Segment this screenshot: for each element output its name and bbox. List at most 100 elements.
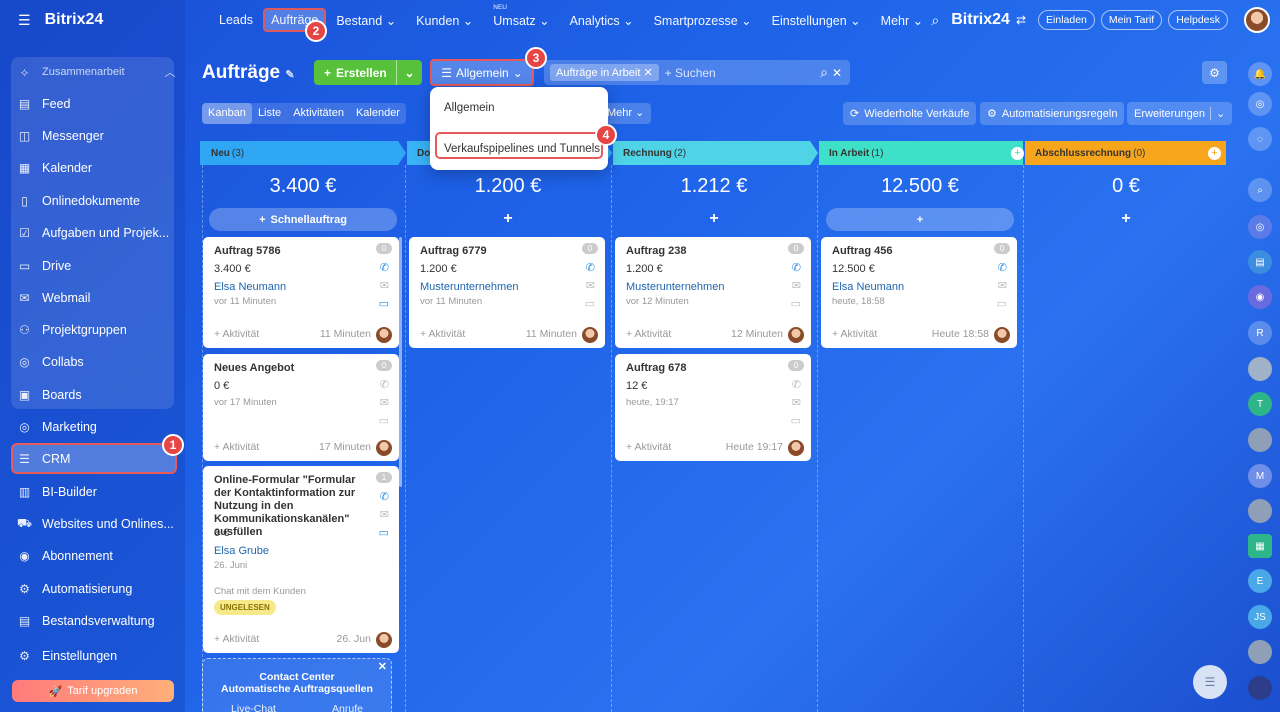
sidebar-item-documents[interactable]: ▯ Onlinedokumente [17,189,140,213]
card-client-link[interactable]: Elsa Grube [214,545,269,557]
sidebar-item-tasks[interactable]: ☑ Aufgaben und Projek... [17,221,169,245]
chat-icon[interactable]: ▭ [791,414,801,427]
deal-card[interactable]: Online-Formular "Formular der Kontaktinf… [203,466,399,653]
mail-icon[interactable]: ✉ [792,396,801,409]
deal-card[interactable]: Auftrag 6779 0 1.200 € Musterunternehmen… [409,237,605,348]
search-input[interactable] [664,65,805,80]
sidebar-item-subscription[interactable]: ◉ Abonnement [17,544,113,568]
view-kanban[interactable]: Kanban [202,103,252,124]
sidebar-group-header[interactable]: ⟡ Zusammenarbeit ︿ [17,60,176,84]
deal-card[interactable]: Auftrag 456 0 12.500 € Elsa Neumann heut… [821,237,1017,348]
card-client-link[interactable]: Musterunternehmen [626,281,724,293]
add-card-button[interactable]: + [826,208,1014,231]
chat-icon[interactable]: ▭ [379,526,389,539]
card-client-link[interactable]: Musterunternehmen [420,281,518,293]
pin-icon[interactable]: ✎ [285,69,294,81]
sidebar-item-websites[interactable]: ⛟ Websites und Onlines... [17,512,174,536]
mail-icon[interactable]: ✉ [586,279,595,292]
responsible-avatar[interactable] [376,440,392,456]
quick-order-button[interactable]: + Schnellauftrag [209,208,397,231]
sidebar-item-messenger[interactable]: ◫ Messenger [17,124,104,148]
phone-icon[interactable]: ✆ [998,261,1007,274]
create-button[interactable]: + Erstellen ⌄ [314,60,422,85]
phone-icon[interactable]: ✆ [586,261,595,274]
card-title[interactable]: Online-Formular "Formular der Kontaktinf… [214,474,364,539]
chat-icon[interactable]: ▭ [379,414,389,427]
sidebar-item-collabs[interactable]: ◎ Collabs [17,350,83,374]
dropdown-item-pipelines[interactable]: Verkaufspipelines und Tunnels [444,143,600,155]
card-title[interactable]: Auftrag 238 [626,245,776,258]
responsible-avatar[interactable] [582,327,598,343]
copilot-icon[interactable]: ◎ [1248,92,1272,116]
nav-smartprozesse[interactable]: Smartprozesse ⌄ [644,13,762,28]
search-icon[interactable]: ⌕ [931,12,939,29]
user-avatar-rail[interactable] [1248,357,1272,381]
automation-rules-button[interactable]: ⚙ Automatisierungsregeln [980,102,1125,125]
phone-icon[interactable]: ✆ [380,378,389,391]
nav-mehr[interactable]: Mehr ⌄ [871,13,933,28]
app-tile-icon[interactable]: ▦ [1248,534,1272,558]
sidebar-item-feed[interactable]: ▤ Feed [17,92,71,116]
sidebar-item-webmail[interactable]: ✉ Webmail [17,286,90,310]
card-title[interactable]: Neues Angebot [214,362,364,375]
sidebar-item-automation[interactable]: ⚙ Automatisierung [17,577,132,601]
chat-icon[interactable]: ▭ [791,297,801,310]
user-e[interactable]: E [1248,569,1272,593]
upgrade-button[interactable]: 🚀 Tarif upgraden [12,680,174,702]
card-title[interactable]: Auftrag 5786 [214,245,364,258]
chat-icon[interactable]: ▭ [379,297,389,310]
add-activity-link[interactable]: + Aktivität [214,441,259,453]
mail-icon[interactable]: ✉ [380,396,389,409]
user-avatar-rail[interactable] [1248,499,1272,523]
card-client-link[interactable]: Elsa Neumann [832,281,904,293]
stage-inarbeit[interactable]: In Arbeit (1) [820,142,883,165]
user-m[interactable]: M [1248,464,1272,488]
messages-icon[interactable]: ▤ [1248,250,1272,274]
chat-widget-button[interactable]: ☰ [1193,665,1227,699]
card-title[interactable]: Auftrag 6779 [420,245,570,258]
contact-center-promo[interactable]: ✕ Contact Center Automatische Auftragsqu… [202,658,392,712]
stage-abschluss[interactable]: Abschlussrechnung (0) [1026,142,1145,165]
view-activities[interactable]: Aktivitäten [287,103,350,124]
add-activity-link[interactable]: + Aktivität [214,633,259,645]
mail-icon[interactable]: ✉ [998,279,1007,292]
chat-icon[interactable]: ▭ [997,297,1007,310]
phone-icon[interactable]: ✆ [380,261,389,274]
circle-app-icon[interactable]: ◉ [1248,285,1272,309]
switch-icon[interactable]: ⇄ [1016,13,1026,27]
chevron-up-icon[interactable]: ︿ [165,64,176,80]
close-icon[interactable]: ✕ [643,67,652,79]
user-avatar[interactable] [1244,7,1270,33]
nav-bestand[interactable]: Bestand ⌄ [326,13,406,28]
cc-livechat[interactable]: Live-Chat [231,703,276,712]
card-title[interactable]: Auftrag 456 [832,245,982,258]
user-r[interactable]: R [1248,321,1272,345]
add-card-button[interactable]: + [410,210,606,228]
chat-icon[interactable]: ▭ [585,297,595,310]
view-calendar[interactable]: Kalender [350,103,406,124]
create-dropdown-button[interactable]: ⌄ [396,60,422,85]
sidebar-item-marketing[interactable]: ◎ Marketing [17,415,97,439]
nav-umsatz[interactable]: NEU Umsatz ⌄ [483,4,559,28]
add-activity-link[interactable]: + Aktivität [832,328,877,340]
search-bar[interactable]: Aufträge in Arbeit ✕ ⌕ ✕ [544,60,850,85]
responsible-avatar[interactable] [788,440,804,456]
search-icon[interactable]: ⌕ [820,64,828,81]
chat-bubble-icon[interactable]: ◌ [1248,127,1272,151]
sidebar-item-boards[interactable]: ▣ Boards [17,383,82,407]
pipeline-selector[interactable]: ☰ Allgemein ⌄ [430,59,534,86]
menu-icon[interactable]: ☰ [18,12,31,29]
user-avatar-rail[interactable] [1248,640,1272,664]
card-client-link[interactable]: Elsa Neumann [214,281,286,293]
mail-icon[interactable]: ✉ [380,279,389,292]
close-icon[interactable]: ✕ [378,661,387,673]
add-card-button[interactable]: + [1028,210,1224,228]
user-avatar-rail[interactable] [1248,428,1272,452]
deal-card[interactable]: Neues Angebot 0 0 € vor 17 Minuten ✆ ✉ ▭… [203,354,399,461]
responsible-avatar[interactable] [788,327,804,343]
search-panel-icon[interactable]: ⌕ [1248,178,1272,202]
extensions-button[interactable]: Erweiterungen ⌄ [1127,102,1233,125]
sidebar-item-bi[interactable]: ▥ BI-Builder [17,480,97,504]
responsible-avatar[interactable] [376,327,392,343]
sidebar-item-crm[interactable]: ☰ CRM [17,447,70,471]
